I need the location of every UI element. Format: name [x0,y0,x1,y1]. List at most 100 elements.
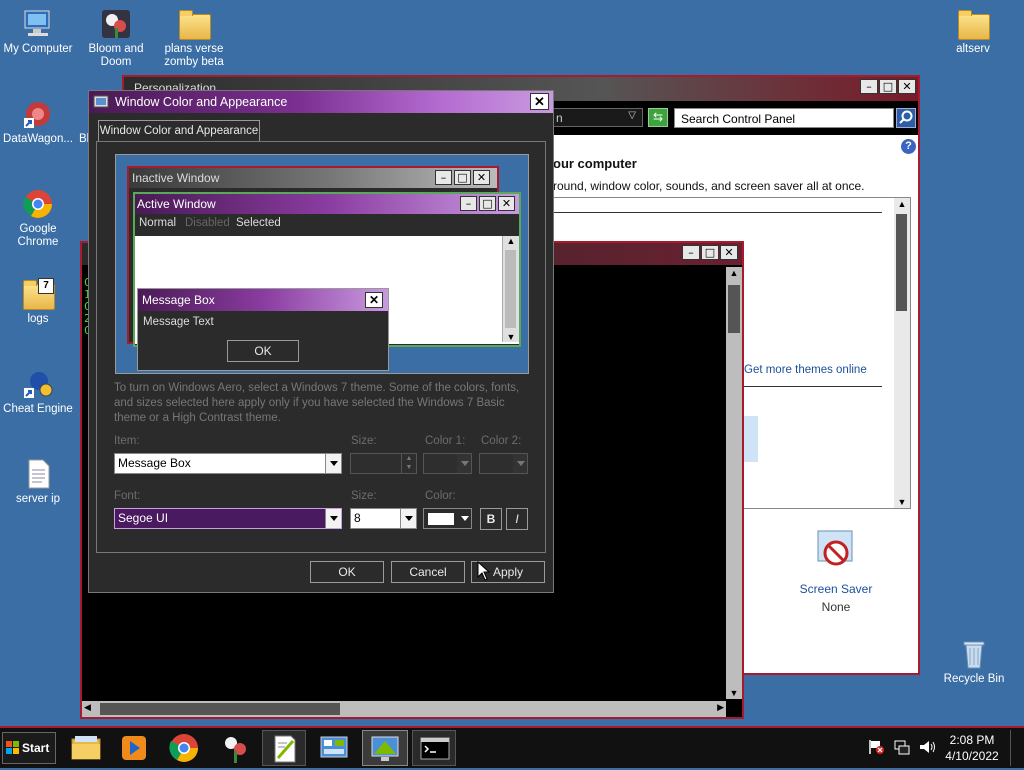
minimize-icon: – [460,196,477,211]
desktop-icon-label: altserv [956,43,990,55]
desktop-icon-label: Bloom and Doom [88,43,144,68]
scroll-up-arrow-icon: ▲ [506,236,516,246]
flower-app-icon [100,8,132,40]
chevron-down-icon[interactable]: ▽ [628,110,636,121]
console-vertical-scrollbar[interactable]: ▲ ▼ [726,267,742,699]
chevron-down-icon[interactable] [325,509,341,528]
theme-list-scrollbar[interactable]: ▲ ▼ [894,198,910,508]
italic-button[interactable]: I [506,508,528,530]
preview-msgbox-title: Message Box [142,293,215,307]
file-explorer-taskbar-icon[interactable] [64,730,108,766]
search-icon[interactable] [896,108,916,128]
system-clock[interactable]: 2:08 PM 4/10/2022 [940,732,1004,764]
preview-inactive-title: Inactive Window [132,171,220,185]
theme-thumbnail[interactable] [744,416,758,462]
desktop-icon-altserv[interactable]: altserv [935,8,1011,56]
size-label: Size: [351,435,377,447]
recycle-bin-icon [958,638,990,670]
windows-logo-icon [6,741,20,758]
chevron-down-icon[interactable] [457,509,471,528]
close-button[interactable]: ✕ [898,79,916,94]
dialog-title-bar[interactable]: Window Color and Appearance ✕ [89,91,553,113]
tab-window-color[interactable]: Window Color and Appearance [98,120,260,142]
close-button[interactable]: ✕ [530,93,549,110]
action-center-flag-icon[interactable] [866,738,886,756]
cheat-engine-icon [22,368,54,400]
scroll-left-arrow-icon[interactable]: ◀ [84,702,91,713]
desktop-icon-label: Google Chrome [17,223,59,248]
desktop-icon-server-ip[interactable]: server ip [0,458,76,506]
desktop-icon-label: logs [27,313,49,325]
bold-button[interactable]: B [480,508,502,530]
preview-active-title: Active Window [137,197,216,211]
maximize-button[interactable]: □ [701,245,719,260]
start-button[interactable]: Start [2,732,56,764]
font-size-label: Size: [351,490,377,502]
folder-icon [957,8,990,40]
network-icon[interactable] [892,738,912,756]
clock-time: 2:08 PM [949,733,995,747]
media-player-taskbar-icon[interactable] [112,730,156,766]
color-label: Color: [425,490,456,502]
preview-msgbox-ok-button: OK [227,340,299,362]
ok-button[interactable]: OK [310,561,384,583]
search-input[interactable]: Search Control Panel [674,108,894,128]
chevron-down-icon[interactable] [400,509,416,528]
taskbar: Start 2:08 PM 4/10/2022 [0,726,1024,768]
font-size-select[interactable]: 8 [350,508,417,529]
console-horizontal-scrollbar[interactable]: ◀ ▶ [82,701,726,717]
screen-saver-link[interactable]: Screen Saver [786,582,886,596]
bloom-and-doom-taskbar-icon[interactable] [214,730,258,766]
scroll-up-arrow-icon[interactable]: ▲ [894,199,910,209]
stepper-up-icon: ▲ [405,455,413,462]
desktop-icon-cheat-engine[interactable]: Cheat Engine [0,368,76,416]
command-prompt-taskbar-icon[interactable] [412,730,456,766]
desktop-icon-datawagon[interactable]: DataWagon... [0,98,76,146]
maximize-icon: □ [454,170,471,185]
color1-picker [423,453,472,474]
desktop-icon-label: Cheat Engine [3,403,73,415]
text-file-icon [22,458,54,490]
font-select[interactable]: Segoe UI [114,508,342,529]
font-color-picker[interactable]: #dlg [data-name="font-color-picker"] .dd… [423,508,472,529]
desktop-icon-google-chrome[interactable]: Google Chrome [0,188,76,249]
maximize-icon: □ [479,196,496,211]
stepper-down-icon: ▼ [405,464,413,471]
folder-icon: 7 [22,278,55,310]
appearance-preview[interactable]: Inactive Window – □ ✕ Active Window – □ … [115,154,529,374]
minimize-button[interactable]: – [682,245,700,260]
scroll-right-arrow-icon[interactable]: ▶ [717,702,724,713]
preview-message-box[interactable]: Message Box ✕ Message Text OK [137,288,389,371]
close-button[interactable]: ✕ [720,245,738,260]
personalization-taskbar-icon[interactable] [362,730,408,766]
show-desktop-button[interactable] [1010,730,1023,766]
desktop-icon-plans-folder[interactable]: plans verse zomby beta [156,8,232,69]
cancel-button[interactable]: Cancel [391,561,465,583]
appearance-icon [93,94,109,110]
item-select[interactable]: Message Box [114,453,342,474]
minimize-button[interactable]: – [860,79,878,94]
desktop-icon-recycle-bin[interactable]: Recycle Bin [936,638,1012,686]
control-panel-taskbar-icon[interactable] [312,730,356,766]
window-color-dialog[interactable]: Window Color and Appearance ✕ Window Col… [88,90,554,593]
scroll-down-arrow-icon[interactable]: ▼ [894,497,910,507]
desktop-icon-bloom-and-doom[interactable]: Bloom and Doom [78,8,154,69]
get-more-themes-link[interactable]: Get more themes online [744,364,867,376]
help-icon[interactable]: ? [901,139,916,154]
screen-saver-icon[interactable] [812,527,860,573]
desktop-icon-label: DataWagon... [3,133,73,145]
scroll-up-arrow-icon[interactable]: ▲ [726,268,742,278]
preview-inactive-title-bar: Inactive Window – □ ✕ [129,168,497,188]
desktop-icon-label: Recycle Bin [943,673,1005,685]
desktop-icon-logs[interactable]: 7 logs [0,278,76,326]
desktop-icon-my-computer[interactable]: My Computer [0,8,76,56]
maximize-button[interactable]: □ [879,79,897,94]
volume-icon[interactable] [918,738,938,756]
chrome-taskbar-icon[interactable] [162,730,206,766]
notepad-plus-plus-taskbar-icon[interactable] [262,730,306,766]
chevron-down-icon[interactable] [325,454,341,473]
minimize-icon: – [435,170,452,185]
close-icon: ✕ [498,196,515,211]
refresh-icon[interactable]: ⇆ [648,108,668,127]
scroll-down-arrow-icon[interactable]: ▼ [726,688,742,698]
